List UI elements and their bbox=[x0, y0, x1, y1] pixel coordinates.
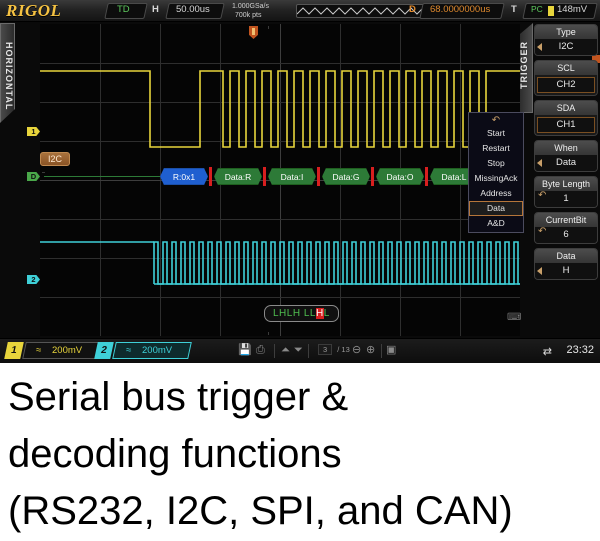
trigger-pattern-readout[interactable]: LHLH LLHL bbox=[264, 305, 339, 322]
run-state-label: TD bbox=[117, 4, 130, 15]
pattern-suffix: L bbox=[323, 308, 330, 319]
ch2-position-marker[interactable]: 2 bbox=[27, 275, 40, 284]
menu-block-data[interactable]: Data H bbox=[534, 248, 598, 280]
zoom-in-icon[interactable]: ⊕ bbox=[366, 344, 375, 357]
pattern-cursor-bit: H bbox=[315, 308, 324, 319]
horizontal-label: H bbox=[152, 4, 159, 15]
menu-label-type: Type bbox=[535, 25, 597, 39]
expand-icon[interactable]: ⌨ bbox=[507, 312, 521, 323]
menu-block-type[interactable]: Type I2C bbox=[534, 24, 598, 56]
ch1-coupling-icon: ≈ bbox=[36, 345, 42, 356]
menu-value-sda[interactable]: CH1 bbox=[537, 117, 595, 133]
left-arrow-icon bbox=[537, 159, 542, 167]
ch2-number-badge[interactable]: 2 bbox=[94, 342, 114, 359]
fullscreen-icon[interactable]: ▣ bbox=[386, 344, 396, 357]
ch2-coupling-icon: ≈ bbox=[126, 345, 132, 356]
ch1-number-badge[interactable]: 1 bbox=[4, 342, 24, 359]
menu-block-byte-length[interactable]: Byte Length ↶ 1 bbox=[534, 176, 598, 208]
menu-value-current-bit[interactable]: ↶ 6 bbox=[535, 226, 597, 243]
trigger-channel-icon bbox=[548, 6, 554, 16]
menu-value-when[interactable]: Data bbox=[535, 155, 597, 171]
menu-label-scl: SCL bbox=[535, 61, 597, 75]
arrow-up-circle-icon[interactable]: ⏶ bbox=[281, 344, 290, 357]
popup-item-restart[interactable]: Restart bbox=[469, 141, 523, 156]
decode-bus-line-left bbox=[44, 176, 160, 177]
caption-block: Serial bus trigger & decoding functions … bbox=[0, 363, 600, 541]
rotary-knob-icon: ↶ bbox=[491, 115, 501, 126]
menu-block-scl[interactable]: SCL CH2 bbox=[534, 60, 598, 96]
trigger-menu-panel: Type I2C SCL CH2 SDA CH1 When Data Byte … bbox=[534, 24, 598, 284]
decode-packet[interactable]: Data:O bbox=[376, 168, 424, 185]
caption-line-2: decoding functions bbox=[8, 432, 342, 476]
bottom-status-bar: 1 ≈ 200mV 2 ≈ 200mV 💾 ⎙ ⏶ ⏷ 3 / 13 ⊖ ⊕ ▣… bbox=[0, 338, 600, 363]
menu-value-scl[interactable]: CH2 bbox=[537, 77, 595, 93]
popup-item-start[interactable]: Start bbox=[469, 126, 523, 141]
ch1-position-marker[interactable]: 1 bbox=[27, 127, 40, 136]
menu-block-when[interactable]: When Data bbox=[534, 140, 598, 172]
menu-value-byte-length[interactable]: ↶ 1 bbox=[535, 190, 597, 207]
page-total: / 13 bbox=[337, 345, 350, 354]
trigger-level-value: 148mV bbox=[557, 4, 588, 15]
packet-separator bbox=[209, 167, 212, 186]
when-options-popup[interactable]: ↶ Start Restart Stop MissingAck Address … bbox=[468, 112, 524, 233]
menu-block-current-bit[interactable]: CurrentBit ↶ 6 bbox=[534, 212, 598, 244]
top-status-bar: RIGOL TD H 50.00us 1.000GSa/s 700k pts D… bbox=[0, 0, 600, 22]
caption-line-1: Serial bus trigger & bbox=[8, 375, 349, 419]
rotary-knob-icon: ↶ bbox=[538, 190, 547, 201]
save-icon[interactable]: 💾 bbox=[238, 344, 252, 357]
menu-block-sda[interactable]: SDA CH1 bbox=[534, 100, 598, 136]
usb-icon: ⇄ bbox=[542, 346, 552, 358]
zoom-out-icon[interactable]: ⊖ bbox=[352, 344, 361, 357]
popup-item-data[interactable]: Data bbox=[469, 201, 523, 216]
left-arrow-icon bbox=[537, 43, 542, 51]
menu-value-data[interactable]: H bbox=[535, 263, 597, 279]
delay-value: 68.0000000us bbox=[430, 4, 491, 15]
sample-rate-value: 1.000GSa/s bbox=[232, 3, 269, 10]
page-current[interactable]: 3 bbox=[318, 344, 333, 355]
rotary-knob-icon: ↶ bbox=[538, 226, 547, 237]
decode-packet[interactable]: Data:G bbox=[322, 168, 370, 185]
ch1-scale-value: 200mV bbox=[52, 345, 83, 356]
trigger-coupling: PC bbox=[531, 4, 543, 14]
arrow-down-circle-icon[interactable]: ⏷ bbox=[294, 344, 303, 357]
trigger-tab[interactable]: TRIGGER bbox=[518, 23, 533, 113]
pattern-prefix: LHLH LL bbox=[273, 308, 316, 319]
menu-value-current-bit-text: 6 bbox=[563, 229, 569, 240]
packet-separator bbox=[317, 167, 320, 186]
trigger-label: T bbox=[511, 4, 517, 15]
popup-item-address[interactable]: Address bbox=[469, 186, 523, 201]
caption-line-3: (RS232, I2C, SPI, and CAN) bbox=[8, 489, 513, 533]
menu-value-type-text: I2C bbox=[558, 41, 574, 52]
menu-label-data: Data bbox=[535, 249, 597, 263]
menu-label-when: When bbox=[535, 141, 597, 155]
popup-item-a-and-d[interactable]: A&D bbox=[469, 216, 523, 231]
rigol-logo: RIGOL bbox=[6, 1, 62, 20]
popup-item-missingack[interactable]: MissingAck bbox=[469, 171, 523, 186]
menu-value-data-text: H bbox=[562, 265, 570, 276]
print-icon[interactable]: ⎙ bbox=[256, 344, 265, 357]
packet-separator bbox=[371, 167, 374, 186]
packet-separator bbox=[263, 167, 266, 186]
memory-depth-value: 700k pts bbox=[235, 12, 262, 19]
decode-position-marker[interactable]: D bbox=[27, 172, 40, 181]
popup-item-stop[interactable]: Stop bbox=[469, 156, 523, 171]
delay-label: D bbox=[409, 4, 416, 15]
menu-label-sda: SDA bbox=[535, 101, 597, 115]
left-arrow-icon bbox=[537, 267, 542, 275]
timebase-value: 50.00us bbox=[176, 4, 210, 15]
packet-separator bbox=[425, 167, 428, 186]
menu-value-when-text: Data bbox=[555, 157, 577, 168]
oscilloscope-screen: RIGOL TD H 50.00us 1.000GSa/s 700k pts D… bbox=[0, 0, 600, 363]
horizontal-tab[interactable]: HORIZONTAL bbox=[0, 23, 15, 123]
decode-packet[interactable]: Data:I bbox=[268, 168, 316, 185]
decode-packet[interactable]: Data:R bbox=[214, 168, 262, 185]
decode-packet[interactable]: R:0x1 bbox=[160, 168, 208, 185]
i2c-bus-badge[interactable]: I2C bbox=[40, 152, 71, 166]
menu-value-byte-length-text: 1 bbox=[563, 193, 569, 204]
menu-value-type[interactable]: I2C bbox=[535, 39, 597, 55]
system-clock: 23:32 bbox=[566, 344, 594, 356]
ch2-scale-value: 200mV bbox=[142, 345, 173, 356]
